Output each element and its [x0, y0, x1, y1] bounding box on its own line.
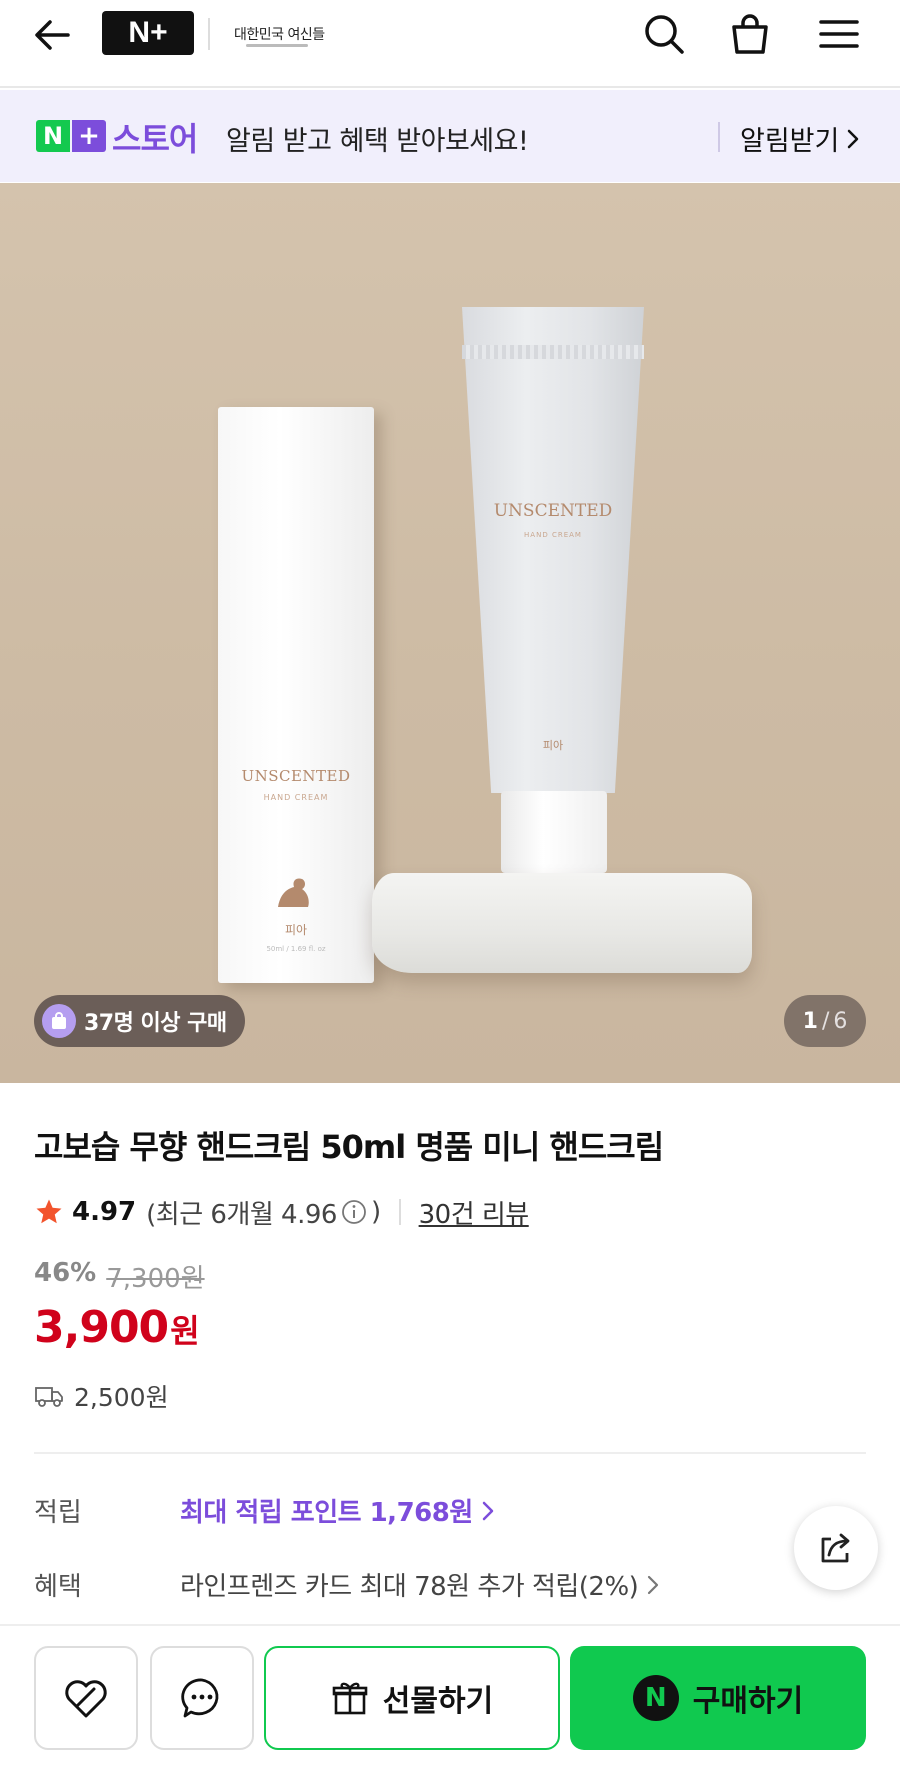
brand-logo[interactable]: 대한민국 여신들 — [220, 14, 334, 52]
brand-logo-text: 대한민국 여신들 — [234, 27, 325, 43]
points-value-text: 최대 적립 포인트 1,768원 — [180, 1498, 473, 1528]
image-counter-total: 6 — [833, 1008, 848, 1034]
gift-button[interactable]: 선물하기 — [264, 1646, 560, 1750]
banner-message: 알림 받고 혜택 받아보세요! — [226, 126, 529, 157]
gift-icon — [332, 1682, 368, 1715]
notify-button-label: 알림받기 — [740, 126, 840, 157]
buy-button[interactable]: N 구매하기 — [570, 1646, 866, 1750]
heart-icon — [65, 1680, 107, 1718]
chevron-right-icon — [648, 1575, 659, 1594]
chat-icon — [181, 1678, 219, 1718]
talk-button[interactable] — [150, 1646, 254, 1750]
gift-button-label: 선물하기 — [382, 1684, 494, 1719]
rating-score: 4.97 — [72, 1197, 137, 1227]
shopping-bag-badge-icon — [42, 1004, 76, 1038]
store-label: 스토어 — [112, 120, 198, 158]
store-notification-banner[interactable]: N + 스토어 알림 받고 혜택 받아보세요! 알림받기 — [0, 90, 900, 182]
points-value[interactable]: 최대 적립 포인트 1,768원 — [180, 1492, 495, 1529]
rating-row: 4.97 (최근 6개월 4.96 ) 30건 리뷰 — [34, 1192, 529, 1232]
product-box-image: UNSCENTED HAND CREAM 피아 50ml / 1.69 fl. … — [218, 407, 374, 983]
rating-divider — [398, 1199, 401, 1225]
reviews-link[interactable]: 30건 리뷰 — [419, 1194, 530, 1231]
shipping-fee: 2,500원 — [74, 1383, 169, 1412]
product-tube-image — [462, 307, 644, 793]
discount-percent: 46% — [34, 1258, 97, 1288]
share-icon — [821, 1533, 850, 1563]
product-image-gallery[interactable]: UNSCENTED HAND CREAM 피아 50ml / 1.69 fl. … — [0, 183, 900, 1083]
brand-figure-icon — [278, 878, 309, 907]
box-product-text: UNSCENTED — [241, 767, 351, 785]
recent-rating-close: ) — [370, 1197, 381, 1227]
sale-price: 3,900 — [34, 1302, 169, 1353]
menu-icon[interactable] — [815, 10, 863, 58]
price-unit: 원 — [170, 1312, 200, 1350]
tube-product-text: UNSCENTED — [493, 501, 613, 521]
benefit-label: 혜택 — [34, 1572, 82, 1602]
box-volume-text: 50ml / 1.69 fl. oz — [266, 945, 326, 953]
box-maker-text: 피아 — [284, 923, 308, 937]
recent-rating: (최근 6개월 4.96 ) — [146, 1194, 381, 1231]
star-icon — [36, 1199, 62, 1224]
points-row[interactable]: 적립 최대 적립 포인트 1,768원 — [34, 1492, 495, 1529]
chevron-right-icon — [482, 1501, 494, 1520]
header-divider — [208, 18, 210, 50]
stone-stand — [372, 873, 752, 973]
points-label: 적립 — [34, 1498, 82, 1528]
image-counter: 1 / 6 — [784, 995, 866, 1047]
banner-divider — [718, 122, 720, 152]
purchase-count-badge: 37명 이상 구매 — [34, 995, 245, 1047]
product-title: 고보습 무향 핸드크림 50ml 명품 미니 핸드크림 — [34, 1128, 664, 1166]
search-icon[interactable] — [640, 10, 688, 58]
wishlist-button[interactable] — [34, 1646, 138, 1750]
price-row: 3,900 원 — [34, 1302, 200, 1353]
image-counter-current: 1 — [802, 1008, 818, 1034]
image-counter-separator: / — [821, 1008, 830, 1034]
box-product-subtext: HAND CREAM — [263, 793, 329, 802]
benefit-value[interactable]: 라인프렌즈 카드 최대 78원 추가 적립(2%) — [180, 1566, 660, 1603]
truck-icon — [35, 1387, 63, 1407]
chevron-right-icon — [848, 129, 859, 148]
purchase-count-text: 37명 이상 구매 — [84, 1011, 227, 1036]
original-price: 7,300원 — [106, 1264, 205, 1294]
tube-crimp — [462, 345, 644, 359]
tube-product-subtext: HAND CREAM — [524, 531, 582, 539]
naver-plus-store-icon: N + — [36, 120, 106, 152]
shopping-bag-icon[interactable] — [726, 10, 774, 58]
tube-cap — [501, 791, 607, 873]
recent-rating-text: (최근 6개월 4.96 — [146, 1199, 337, 1230]
naver-plus-logo-text: N+ — [128, 16, 168, 49]
buy-button-label: 구매하기 — [692, 1684, 804, 1719]
notify-button[interactable]: 알림받기 — [740, 119, 861, 158]
benefit-value-text: 라인프렌즈 카드 최대 78원 추가 적립(2%) — [180, 1572, 639, 1602]
naver-pay-logo: N — [632, 1675, 679, 1721]
back-arrow-icon[interactable] — [30, 12, 76, 58]
info-icon[interactable] — [341, 1199, 367, 1225]
share-button[interactable] — [794, 1506, 878, 1590]
top-header: N+ 대한민국 여신들 — [0, 0, 900, 88]
naver-plus-logo[interactable]: N+ — [102, 11, 194, 55]
tube-maker-text: 피아 — [542, 739, 564, 752]
brand-logo-subline — [246, 44, 308, 47]
benefit-row[interactable]: 혜택 라인프렌즈 카드 최대 78원 추가 적립(2%) — [34, 1566, 660, 1603]
discount-row: 46% 7,300원 — [34, 1258, 205, 1295]
shipping-row: 2,500원 — [34, 1378, 169, 1414]
bottom-action-bar: 선물하기 N 구매하기 — [0, 1624, 900, 1771]
section-divider — [34, 1452, 866, 1454]
